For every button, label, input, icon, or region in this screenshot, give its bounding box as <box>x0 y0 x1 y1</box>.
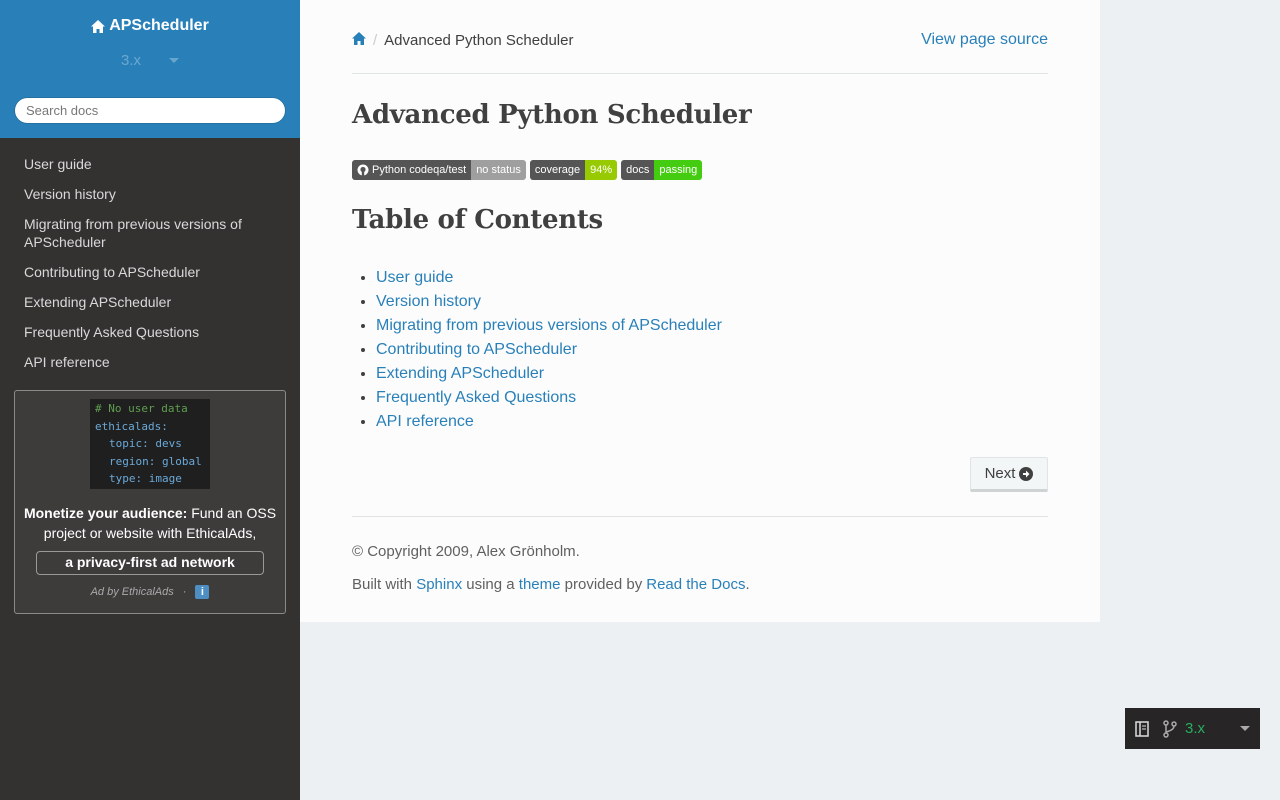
built-period: . <box>745 576 750 593</box>
home-icon <box>91 19 106 33</box>
ad-code-line: topic: devs <box>109 437 182 450</box>
home-icon <box>352 31 366 45</box>
main-content: / Advanced Python Scheduler View page so… <box>300 0 1100 622</box>
badge-value: 94% <box>585 160 618 180</box>
badge-coverage[interactable]: coverage 94% <box>529 160 618 180</box>
list-item: Frequently Asked Questions <box>376 386 722 410</box>
ad-footer: Ad by EthicalAds · i <box>15 585 285 599</box>
badge-ci[interactable]: Python codeqa/test no status <box>352 160 526 180</box>
list-item: Version history <box>376 290 722 314</box>
arrow-circle-right-icon <box>1019 466 1034 481</box>
project-name: APScheduler <box>109 17 209 34</box>
book-icon <box>1135 720 1149 737</box>
sidebar-nav: User guide Version history Migrating fro… <box>0 153 300 381</box>
breadcrumb-separator: / <box>373 31 378 49</box>
rtd-version: 3.x <box>1163 719 1206 738</box>
read-the-docs-link[interactable]: Read the Docs <box>646 576 745 593</box>
built-prefix: Built with <box>352 576 413 593</box>
toc-link-extending[interactable]: Extending APScheduler <box>376 365 544 382</box>
ethicalads-ad: # No user data ethicalads: topic: devs r… <box>14 390 286 614</box>
toc-link-faq[interactable]: Frequently Asked Questions <box>376 389 576 406</box>
divider <box>352 516 1048 517</box>
version-selector[interactable]: 3.x <box>95 50 205 72</box>
badge-docs[interactable]: docs passing <box>621 160 703 180</box>
caret-down-icon <box>169 58 179 63</box>
ad-attribution-link[interactable]: Ad by EthicalAds <box>91 586 174 598</box>
rtd-version-label: 3.x <box>1185 720 1206 737</box>
view-page-source-link[interactable]: View page source <box>921 31 1048 49</box>
git-branch-icon <box>1163 719 1177 738</box>
ad-text[interactable]: Monetize your audience: Fund an OSS proj… <box>15 503 285 543</box>
rtd-version-badge[interactable]: 3.x <box>1125 708 1260 749</box>
toc-heading: Table of Contents <box>352 205 603 235</box>
divider <box>352 73 1048 74</box>
github-icon <box>357 164 369 176</box>
toc-link-api-reference[interactable]: API reference <box>376 413 474 430</box>
caret-down-icon <box>1240 726 1250 731</box>
badge-value: no status <box>471 160 526 180</box>
ad-code-line: region: global <box>109 454 202 468</box>
search-input[interactable] <box>14 97 286 124</box>
ad-code-line: # No user data <box>95 402 188 415</box>
page-title: Advanced Python Scheduler <box>352 100 752 130</box>
sphinx-link[interactable]: Sphinx <box>416 576 462 593</box>
list-item: Migrating from previous versions of APSc… <box>376 314 722 338</box>
list-item: Contributing to APScheduler <box>376 338 722 362</box>
copyright: © Copyright 2009, Alex Grönholm. <box>352 543 580 560</box>
list-item: User guide <box>376 266 722 290</box>
breadcrumb: / Advanced Python Scheduler View page so… <box>352 29 1048 51</box>
breadcrumb-current: Advanced Python Scheduler <box>384 31 574 49</box>
next-button[interactable]: Next <box>970 457 1048 492</box>
ad-image[interactable]: # No user data ethicalads: topic: devs r… <box>90 399 210 489</box>
toc-link-contributing[interactable]: Contributing to APScheduler <box>376 341 577 358</box>
badge-label: coverage <box>529 160 586 180</box>
list-item: Extending APScheduler <box>376 362 722 386</box>
sidebar-header: APScheduler 3.x <box>0 0 300 138</box>
ad-code-line: ethicalads: <box>95 419 168 433</box>
built-with: Built with Sphinx using a theme provided… <box>352 576 750 593</box>
ad-cta-button[interactable]: a privacy-first ad network <box>36 551 264 575</box>
sidebar: APScheduler 3.x User guide Version histo… <box>0 0 300 800</box>
toc-link-migrating[interactable]: Migrating from previous versions of APSc… <box>376 317 722 334</box>
ad-headline: Monetize your audience: <box>23 505 188 521</box>
toc-link-user-guide[interactable]: User guide <box>376 269 453 286</box>
badge-value: passing <box>654 160 703 180</box>
sidebar-item-extending[interactable]: Extending APScheduler <box>0 291 300 313</box>
badge-label: Python codeqa/test <box>372 164 467 176</box>
ad-code-line: type: image <box>109 472 182 485</box>
next-label: Next <box>984 465 1016 482</box>
sidebar-item-contributing[interactable]: Contributing to APScheduler <box>0 261 300 283</box>
sidebar-item-api-reference[interactable]: API reference <box>0 351 300 373</box>
sidebar-item-migrating[interactable]: Migrating from previous versions of APSc… <box>0 213 300 253</box>
theme-link[interactable]: theme <box>519 576 561 593</box>
table-of-contents: User guide Version history Migrating fro… <box>352 266 722 434</box>
built-provided-by: provided by <box>564 576 643 593</box>
sidebar-item-version-history[interactable]: Version history <box>0 183 300 205</box>
project-home-link[interactable]: APScheduler <box>91 0 209 35</box>
info-icon[interactable]: i <box>195 585 210 599</box>
built-using-a: using a <box>466 576 515 593</box>
sidebar-item-faq[interactable]: Frequently Asked Questions <box>0 321 300 343</box>
sidebar-item-user-guide[interactable]: User guide <box>0 153 300 175</box>
version-label: 3.x <box>120 52 141 69</box>
list-item: API reference <box>376 410 722 434</box>
badge-ci-label-wrap: Python codeqa/test <box>352 160 472 180</box>
badges: Python codeqa/test no status coverage 94… <box>352 160 703 180</box>
home-breadcrumb-link[interactable] <box>352 31 366 49</box>
ad-footer-separator: · <box>182 586 187 598</box>
toc-link-version-history[interactable]: Version history <box>376 293 481 310</box>
badge-label: docs <box>621 160 655 180</box>
